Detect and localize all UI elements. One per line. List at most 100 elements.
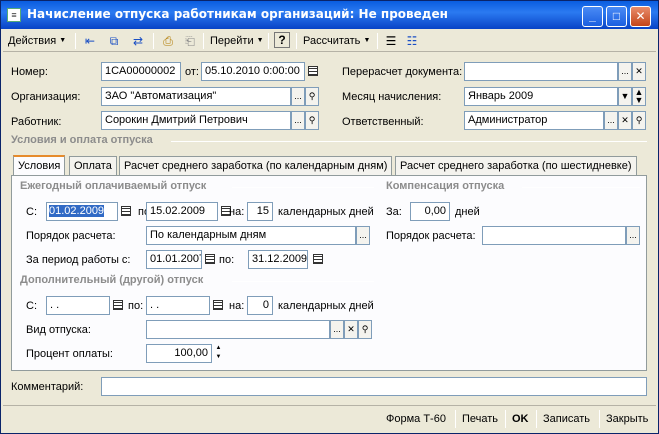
move-arrow-icon[interactable]: ⇤: [81, 32, 99, 50]
structure-view-icon[interactable]: ☷: [403, 32, 421, 50]
ok-button[interactable]: OK: [512, 410, 529, 428]
list-view-icon[interactable]: ☰: [382, 32, 400, 50]
separator: [268, 33, 269, 49]
close-x-icon[interactable]: ✕: [618, 111, 632, 130]
save-button[interactable]: Записать: [543, 410, 590, 428]
unpost-document-icon[interactable]: ⎗: [181, 32, 199, 50]
leave-kind-field[interactable]: [146, 320, 330, 339]
separator: [505, 410, 506, 428]
open-magnifier-icon[interactable]: ⚲: [305, 111, 319, 130]
select-button[interactable]: ...: [618, 62, 632, 81]
employee-label: Работник:: [11, 116, 62, 128]
leave-kind-label: Вид отпуска:: [26, 324, 91, 336]
organization-field[interactable]: ЗАО "Автоматизация": [101, 87, 291, 106]
post-document-icon[interactable]: ⎙: [159, 32, 177, 50]
tab-payment[interactable]: Оплата: [69, 156, 117, 176]
compensation-title: Компенсация отпуска: [386, 180, 505, 192]
month-field[interactable]: Январь 2009: [464, 87, 618, 106]
help-button[interactable]: ?: [274, 32, 290, 48]
select-button[interactable]: ...: [626, 226, 640, 245]
additional-days-field[interactable]: 0: [247, 296, 273, 315]
additional-leave-title: Дополнительный (другой) отпуск: [20, 274, 204, 286]
annual-leave-title: Ежегодный оплачиваемый отпуск: [20, 180, 207, 192]
additional-days-unit: календарных дней: [278, 300, 374, 312]
pay-percent-field[interactable]: 100,00: [146, 344, 212, 363]
month-spinner[interactable]: ▲ ▼: [632, 87, 646, 106]
maximize-button[interactable]: □: [606, 6, 627, 27]
separator: [455, 410, 456, 428]
employee-field[interactable]: Сорокин Дмитрий Петрович: [101, 111, 291, 130]
print-button[interactable]: Печать: [462, 410, 498, 428]
recalc-label: Перерасчет документа:: [342, 66, 463, 78]
close-x-icon[interactable]: ✕: [344, 320, 358, 339]
calc-order-field[interactable]: По календарным дням: [146, 226, 356, 245]
compensation-days-unit: дней: [455, 206, 480, 218]
organization-label: Организация:: [11, 91, 81, 103]
pay-percent-label: Процент оплаты:: [26, 348, 113, 360]
close-button[interactable]: ✕: [630, 6, 651, 27]
divider: [171, 141, 647, 142]
window-title: Начисление отпуска работникам организаци…: [27, 7, 448, 21]
work-period-to-field[interactable]: 31.12.2009: [248, 250, 308, 269]
divider: [232, 281, 374, 282]
responsible-field[interactable]: Администратор: [464, 111, 604, 130]
copy-document-icon[interactable]: ⧉: [105, 32, 123, 50]
actions-menu[interactable]: Действия ▼: [8, 32, 66, 50]
compensation-days-field[interactable]: 0,00: [410, 202, 450, 221]
comment-field[interactable]: [101, 377, 647, 396]
select-button[interactable]: ...: [356, 226, 370, 245]
close-form-button[interactable]: Закрыть: [606, 410, 648, 428]
goto-menu[interactable]: Перейти ▼: [210, 32, 264, 50]
form-t60-button[interactable]: Форма Т-60: [386, 410, 446, 428]
date-field[interactable]: 05.10.2010 0:00:00: [201, 62, 305, 81]
tab-avg-earnings-calendar[interactable]: Расчет среднего заработка (по календарны…: [119, 156, 393, 176]
work-period-from-field[interactable]: 01.01.2007: [146, 250, 202, 269]
recalc-field[interactable]: [464, 62, 618, 81]
calculate-menu[interactable]: Рассчитать ▼: [303, 32, 370, 50]
select-button[interactable]: ...: [330, 320, 344, 339]
open-magnifier-icon[interactable]: ⚲: [632, 111, 646, 130]
actions-menu-label: Действия: [8, 35, 57, 47]
work-period-label: За период работы с:: [26, 254, 131, 266]
tab-avg-earnings-six-day[interactable]: Расчет среднего заработка (по шестидневк…: [395, 156, 637, 176]
calendar-icon[interactable]: [118, 202, 134, 221]
calendar-icon[interactable]: [110, 296, 126, 315]
annual-days-field[interactable]: 15: [247, 202, 273, 221]
title-bar[interactable]: ≡ Начисление отпуска работникам организа…: [1, 1, 658, 29]
select-button[interactable]: ...: [291, 111, 305, 130]
annual-from-label: С:: [26, 206, 37, 218]
annual-from-value: 01.02.2009: [49, 205, 105, 217]
annual-to-field[interactable]: 15.02.2009: [146, 202, 218, 221]
pay-percent-spinner[interactable]: ▲ ▼: [213, 344, 224, 363]
select-button[interactable]: ...: [604, 111, 618, 130]
separator: [203, 33, 204, 49]
additional-to-field[interactable]: . .: [146, 296, 210, 315]
calendar-icon[interactable]: [310, 250, 326, 269]
document-window: ≡ Начисление отпуска работникам организа…: [0, 0, 659, 434]
month-label: Месяц начисления:: [342, 91, 442, 103]
compensation-calc-order-field[interactable]: [482, 226, 626, 245]
open-magnifier-icon[interactable]: ⚲: [358, 320, 372, 339]
number-field[interactable]: 1CA00000002: [101, 62, 181, 81]
separator: [599, 410, 600, 428]
bottom-button-bar: Форма Т-60 Печать OK Записать Закрыть: [3, 405, 656, 431]
additional-from-field[interactable]: . .: [46, 296, 110, 315]
calendar-icon[interactable]: [210, 296, 226, 315]
number-label: Номер:: [11, 66, 48, 78]
additional-to-label: по:: [128, 300, 144, 312]
additional-days-label: на:: [229, 300, 245, 312]
dropdown-arrow-icon: ▼: [59, 37, 67, 45]
calendar-icon[interactable]: [202, 250, 218, 269]
minimize-button[interactable]: _: [582, 6, 603, 27]
dropdown-arrow-icon[interactable]: ▼: [618, 87, 632, 106]
select-button[interactable]: ...: [291, 87, 305, 106]
annual-from-field[interactable]: 01.02.2009: [46, 202, 118, 221]
open-magnifier-icon[interactable]: ⚲: [305, 87, 319, 106]
separator: [75, 33, 76, 49]
divider: [522, 187, 640, 188]
refresh-icon[interactable]: ⇄: [129, 32, 147, 50]
tab-conditions[interactable]: Условия: [13, 155, 66, 177]
close-x-icon[interactable]: ✕: [632, 62, 646, 81]
calendar-icon[interactable]: [305, 62, 321, 81]
toolbar: Действия ▼ ⇤ ⧉ ⇄ ⎙ ⎗ Перейти ▼ ? Рассчит…: [3, 30, 656, 52]
